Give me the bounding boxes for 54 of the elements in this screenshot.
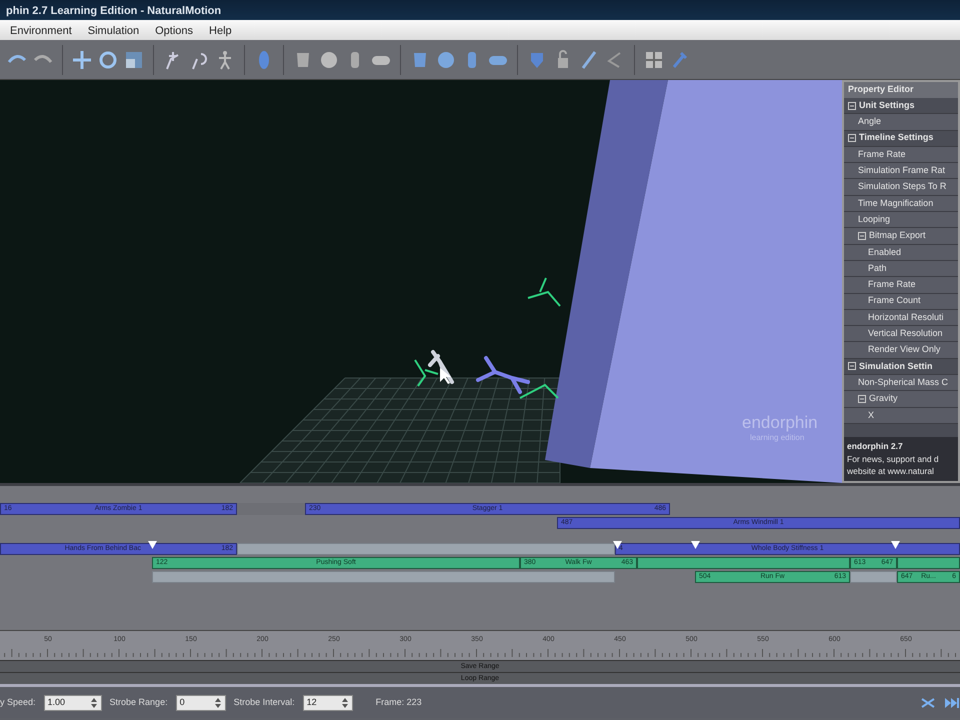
property-label: Time Magnification xyxy=(858,196,934,210)
timeline-clip[interactable] xyxy=(897,557,960,569)
menu-item[interactable]: Environment xyxy=(4,23,78,37)
spin-arrows-icon[interactable] xyxy=(214,696,222,708)
property-label: Looping xyxy=(858,212,890,226)
spin-field[interactable]: 1.00 xyxy=(44,694,102,710)
gap-bar[interactable] xyxy=(152,571,615,583)
spin-field[interactable]: 12 xyxy=(302,694,353,710)
property-label: Non-Spherical Mass C xyxy=(858,376,948,389)
field-label: Strobe Interval: xyxy=(234,696,295,709)
group-label[interactable]: Simulation Settin xyxy=(859,360,933,374)
property-label: Render View Only xyxy=(868,343,940,356)
property-label: Angle xyxy=(858,115,882,128)
menu-item[interactable]: Help xyxy=(203,23,238,37)
group-label[interactable]: Timeline Settings xyxy=(859,131,934,145)
frame-readout: Frame: 223 xyxy=(376,696,422,709)
property-label: Frame Rate xyxy=(868,278,916,292)
timeline-clip[interactable] xyxy=(637,557,850,569)
property-label: Frame Count xyxy=(868,294,921,308)
skip-end-icon[interactable] xyxy=(944,696,960,708)
window-title: phin 2.7 Learning Edition - NaturalMotion xyxy=(0,0,960,20)
menu-item[interactable]: Options xyxy=(149,23,200,37)
property-label: X xyxy=(868,408,874,422)
collapse-icon[interactable] xyxy=(848,134,856,142)
menu-item[interactable]: Simulation xyxy=(82,23,146,37)
rotate-icon[interactable] xyxy=(97,48,119,70)
property-label: Enabled xyxy=(868,246,902,259)
footer-text: website at www.natural xyxy=(847,465,935,478)
property-label: Simulation Frame Rat xyxy=(858,164,946,178)
footer-title: endorphin 2.7 xyxy=(847,440,904,452)
collapse-icon[interactable] xyxy=(858,232,866,240)
marker-icon[interactable] xyxy=(691,541,700,549)
marker-icon[interactable] xyxy=(891,541,900,549)
property-label: Path xyxy=(868,262,887,275)
property-label: Frame Rate xyxy=(858,148,906,161)
move-icon[interactable] xyxy=(71,48,93,70)
gap-bar[interactable] xyxy=(850,571,897,583)
collapse-icon[interactable] xyxy=(848,102,856,110)
property-label: Horizontal Resoluti xyxy=(868,310,944,324)
footer-text: For news, support and d xyxy=(847,452,940,466)
field-label: Strobe Range: xyxy=(110,696,168,709)
spin-arrows-icon[interactable] xyxy=(90,696,98,708)
marker-icon[interactable] xyxy=(148,541,157,549)
property-label: Simulation Steps To R xyxy=(858,180,946,194)
spin-field[interactable]: 0 xyxy=(176,694,226,710)
field-label: y Speed: xyxy=(0,696,36,709)
cursor-icon xyxy=(440,368,451,384)
group-label[interactable]: Unit Settings xyxy=(859,98,914,112)
collapse-icon[interactable] xyxy=(858,394,866,403)
marker-icon[interactable] xyxy=(613,541,622,549)
property-label: Vertical Resolution xyxy=(868,327,943,340)
collapse-icon[interactable] xyxy=(848,362,856,370)
panel-title: Property Editor xyxy=(844,82,958,98)
spin-arrows-icon[interactable] xyxy=(340,696,349,708)
